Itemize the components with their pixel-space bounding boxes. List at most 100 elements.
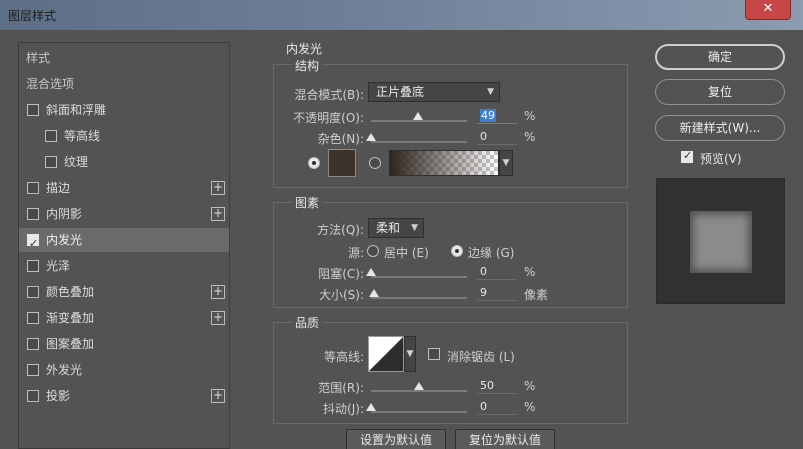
- noise-label: 杂色(N):: [317, 132, 364, 146]
- style-list-item[interactable]: 等高线: [19, 124, 229, 148]
- chevron-down-icon: ▼: [411, 223, 418, 233]
- style-list-item-label: 内阴影: [46, 207, 83, 221]
- make-default-button[interactable]: 设置为默认值: [346, 429, 446, 449]
- noise-input[interactable]: 0: [477, 129, 517, 145]
- size-input[interactable]: 9: [477, 285, 517, 301]
- style-checkbox[interactable]: [27, 104, 39, 116]
- noise-slider-track[interactable]: [371, 141, 467, 143]
- style-checkbox[interactable]: [27, 338, 39, 350]
- opacity-slider-thumb[interactable]: [413, 112, 424, 120]
- style-list-item[interactable]: 渐变叠加 +: [19, 306, 229, 330]
- noise-unit: %: [524, 130, 536, 144]
- style-checkbox[interactable]: [27, 364, 39, 376]
- style-checkbox[interactable]: [27, 232, 39, 256]
- add-instance-icon[interactable]: +: [211, 389, 225, 403]
- contour-picker[interactable]: [368, 336, 404, 372]
- style-list-item[interactable]: 纹理: [19, 150, 229, 174]
- range-slider-track[interactable]: [371, 390, 467, 392]
- preview-checkbox[interactable]: [681, 149, 693, 163]
- preview-swatch: [690, 211, 752, 273]
- style-list-item[interactable]: 光泽: [19, 254, 229, 278]
- window-title: 图层样式: [8, 9, 57, 23]
- add-instance-icon[interactable]: +: [211, 207, 225, 221]
- style-checkbox[interactable]: [27, 286, 39, 298]
- choke-slider-thumb[interactable]: [366, 268, 376, 276]
- opacity-input[interactable]: 49: [477, 108, 517, 124]
- style-checkbox[interactable]: [45, 156, 57, 168]
- style-list-item[interactable]: 图案叠加: [19, 332, 229, 356]
- source-center-radio[interactable]: [367, 245, 379, 257]
- style-list-item-label: 描边: [46, 181, 71, 195]
- style-list-item-label: 内发光: [46, 233, 83, 247]
- technique-select[interactable]: 柔和 ▼: [368, 218, 424, 238]
- style-list-item-label: 外发光: [46, 363, 83, 377]
- reset-button[interactable]: 复位: [655, 79, 785, 105]
- add-instance-icon[interactable]: +: [211, 285, 225, 299]
- quality-title: 品质: [292, 314, 323, 331]
- style-list-item[interactable]: 斜面和浮雕: [19, 98, 229, 122]
- range-slider-thumb[interactable]: [414, 382, 424, 390]
- source-label: 源:: [347, 246, 364, 260]
- style-list-item[interactable]: 投影 +: [19, 384, 229, 408]
- elements-title: 图素: [292, 194, 323, 211]
- source-edge-label: 边缘 (G): [468, 246, 515, 260]
- technique-label: 方法(Q):: [317, 223, 364, 237]
- opacity-slider-track[interactable]: [371, 120, 467, 122]
- close-button[interactable]: ✕: [745, 0, 791, 20]
- contour-dropdown[interactable]: ▼: [404, 336, 416, 372]
- source-edge-radio[interactable]: [451, 245, 463, 257]
- source-center-label: 居中 (E): [384, 246, 429, 260]
- glow-gradient-picker[interactable]: [389, 150, 499, 176]
- style-checkbox[interactable]: [27, 182, 39, 194]
- new-style-button[interactable]: 新建样式(W)...: [655, 115, 785, 141]
- chevron-down-icon: ▼: [487, 87, 494, 97]
- jitter-input[interactable]: 0: [477, 399, 517, 415]
- noise-slider-thumb[interactable]: [366, 133, 376, 141]
- style-list-item-label: 混合选项: [26, 77, 75, 91]
- range-label: 范围(R):: [318, 381, 364, 395]
- ok-button[interactable]: 确定: [655, 44, 785, 70]
- choke-input[interactable]: 0: [477, 264, 517, 280]
- blend-mode-select[interactable]: 正片叠底 ▼: [368, 82, 500, 102]
- style-list-item[interactable]: 混合选项: [19, 72, 229, 96]
- glow-color-swatch[interactable]: [328, 149, 356, 177]
- jitter-slider-track[interactable]: [371, 411, 467, 413]
- style-list-item[interactable]: 颜色叠加 +: [19, 280, 229, 304]
- style-preview: [656, 178, 785, 304]
- style-list-item-label: 斜面和浮雕: [46, 103, 107, 117]
- jitter-slider-thumb[interactable]: [366, 403, 376, 411]
- gradient-radio[interactable]: [369, 157, 381, 169]
- size-slider-track[interactable]: [371, 297, 467, 299]
- style-checkbox[interactable]: [27, 312, 39, 324]
- contour-label: 等高线:: [323, 350, 364, 364]
- chevron-down-icon: ▼: [406, 349, 414, 359]
- size-slider-thumb[interactable]: [369, 289, 380, 297]
- reset-default-button[interactable]: 复位为默认值: [455, 429, 555, 449]
- style-checkbox[interactable]: [27, 208, 39, 220]
- style-list-item-label: 颜色叠加: [46, 285, 95, 299]
- inner-glow-panel: 内发光 结构 混合模式(B): 正片叠底 ▼ 不透明度(O): 49 % 杂色(…: [246, 42, 638, 449]
- choke-slider-track[interactable]: [371, 276, 467, 278]
- style-checkbox[interactable]: [45, 130, 57, 142]
- range-input[interactable]: 50: [477, 378, 517, 394]
- add-instance-icon[interactable]: +: [211, 181, 225, 195]
- color-radio[interactable]: [308, 157, 320, 169]
- style-list-item[interactable]: 描边 +: [19, 176, 229, 200]
- style-checkbox[interactable]: [27, 260, 39, 272]
- choke-label: 阻塞(C):: [318, 267, 364, 281]
- add-instance-icon[interactable]: +: [211, 311, 225, 325]
- style-list-item-label: 光泽: [46, 259, 71, 273]
- style-list-item-label: 渐变叠加: [46, 311, 95, 325]
- size-label: 大小(S):: [318, 288, 364, 302]
- style-checkbox[interactable]: [27, 390, 39, 402]
- style-list-item-label: 投影: [46, 389, 71, 403]
- style-list-item[interactable]: 样式: [19, 46, 229, 70]
- choke-unit: %: [524, 265, 536, 279]
- gradient-dropdown[interactable]: ▼: [499, 150, 513, 176]
- style-list-item-label: 纹理: [64, 155, 89, 169]
- style-list-item[interactable]: 内阴影 +: [19, 202, 229, 226]
- blend-mode-value: 正片叠底: [376, 85, 425, 99]
- antialias-checkbox[interactable]: [428, 348, 440, 360]
- style-list-item[interactable]: 内发光: [19, 228, 229, 256]
- style-list-item[interactable]: 外发光: [19, 358, 229, 382]
